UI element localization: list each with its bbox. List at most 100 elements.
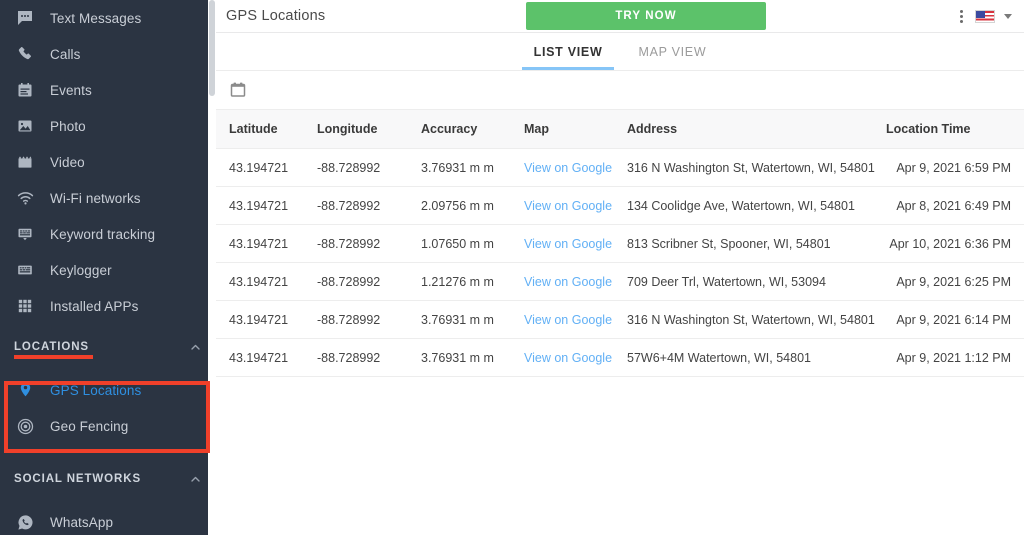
table-row[interactable]: 43.194721 -88.728992 1.21276 m m View on…: [216, 262, 1024, 301]
sidebar-item-calls[interactable]: Calls: [0, 36, 216, 72]
chevron-down-icon[interactable]: [1004, 13, 1012, 19]
page-title: GPS Locations: [226, 8, 326, 24]
cell-map: View on Google: [524, 224, 627, 263]
filter-toolbar: [216, 71, 1024, 109]
main-content: GPS Locations TRY NOW LIST VIEW MAP VIEW: [216, 0, 1024, 535]
sidebar-item-events[interactable]: Events: [0, 72, 216, 108]
cell-latitude: 43.194721: [216, 224, 317, 263]
top-bar: GPS Locations TRY NOW: [216, 0, 1024, 33]
cell-address: 813 Scribner St, Spooner, WI, 54801: [627, 224, 886, 263]
list-view-panel: Latitude Longitude Accuracy Map Address …: [216, 71, 1024, 535]
cell-address: 316 N Washington St, Watertown, WI, 5480…: [627, 300, 886, 339]
chat-icon: [12, 6, 38, 30]
cell-location-time: Apr 10, 2021 6:36 PM: [886, 224, 1024, 263]
cell-longitude: -88.728992: [317, 224, 421, 263]
sidebar-section-title: SOCIAL NETWORKS: [14, 473, 142, 485]
sidebar-item-label: WhatsApp: [50, 514, 114, 530]
sidebar-item-label: GPS Locations: [50, 382, 142, 398]
table-row[interactable]: 43.194721 -88.728992 3.76931 m m View on…: [216, 338, 1024, 377]
sidebar-item-wifi-networks[interactable]: Wi-Fi networks: [0, 180, 216, 216]
cell-map: View on Google: [524, 262, 627, 301]
view-on-google-link[interactable]: View on Google: [524, 275, 612, 289]
us-flag-icon[interactable]: [975, 9, 995, 23]
tab-list-view[interactable]: LIST VIEW: [516, 33, 621, 70]
cell-accuracy: 3.76931 m m: [421, 338, 524, 377]
cell-longitude: -88.728992: [317, 300, 421, 339]
sidebar-item-label: Keylogger: [50, 262, 112, 278]
view-tabs: LIST VIEW MAP VIEW: [216, 33, 1024, 71]
cell-accuracy: 3.76931 m m: [421, 148, 524, 187]
sidebar-item-label: Events: [50, 82, 92, 98]
cell-accuracy: 2.09756 m m: [421, 186, 524, 225]
cell-latitude: 43.194721: [216, 300, 317, 339]
sidebar-item-gps-locations[interactable]: GPS Locations: [0, 372, 216, 408]
try-now-button[interactable]: TRY NOW: [526, 2, 766, 30]
sidebar-item-video[interactable]: Video: [0, 144, 216, 180]
cell-accuracy: 1.21276 m m: [421, 262, 524, 301]
table-row[interactable]: 43.194721 -88.728992 2.09756 m m View on…: [216, 186, 1024, 225]
sidebar-item-photo[interactable]: Photo: [0, 108, 216, 144]
column-header-accuracy[interactable]: Accuracy: [421, 109, 524, 149]
grid-apps-icon: [12, 294, 38, 318]
view-on-google-link[interactable]: View on Google: [524, 237, 612, 251]
cell-location-time: Apr 9, 2021 6:59 PM: [886, 148, 1024, 187]
view-on-google-link[interactable]: View on Google: [524, 313, 612, 327]
calendar-events-icon: [12, 78, 38, 102]
sidebar-section-locations[interactable]: LOCATIONS: [0, 330, 216, 364]
keyword-icon: [12, 222, 38, 246]
cell-address: 57W6+4M Watertown, WI, 54801: [627, 338, 886, 377]
sidebar-item-whatsapp[interactable]: WhatsApp: [0, 504, 216, 535]
more-vertical-icon[interactable]: [957, 7, 966, 26]
sidebar-item-label: Keyword tracking: [50, 226, 156, 242]
column-header-longitude[interactable]: Longitude: [317, 109, 421, 149]
cell-accuracy: 3.76931 m m: [421, 300, 524, 339]
sidebar-item-installed-apps[interactable]: Installed APPs: [0, 288, 216, 324]
top-bar-actions: [957, 7, 1024, 26]
sidebar-item-label: Video: [50, 154, 85, 170]
view-on-google-link[interactable]: View on Google: [524, 351, 612, 365]
sidebar-scrollbar-thumb[interactable]: [209, 0, 215, 96]
sidebar-section-social-networks[interactable]: SOCIAL NETWORKS: [0, 462, 216, 496]
sidebar-scroll-area: Text Messages Calls Events Photo Video W…: [0, 0, 216, 535]
column-header-latitude[interactable]: Latitude: [216, 109, 317, 149]
column-header-map[interactable]: Map: [524, 109, 627, 149]
chevron-up-icon: [189, 341, 202, 354]
view-on-google-link[interactable]: View on Google: [524, 161, 612, 175]
table-header-row: Latitude Longitude Accuracy Map Address …: [216, 109, 1024, 149]
table-row[interactable]: 43.194721 -88.728992 3.76931 m m View on…: [216, 300, 1024, 339]
sidebar-item-keylogger[interactable]: Keylogger: [0, 252, 216, 288]
view-on-google-link[interactable]: View on Google: [524, 199, 612, 213]
cell-location-time: Apr 8, 2021 6:49 PM: [886, 186, 1024, 225]
cell-map: View on Google: [524, 148, 627, 187]
sidebar-section-title: LOCATIONS: [14, 341, 93, 359]
cell-accuracy: 1.07650 m m: [421, 224, 524, 263]
sidebar-scrollbar[interactable]: [208, 0, 216, 535]
sidebar-item-geo-fencing[interactable]: Geo Fencing: [0, 408, 216, 444]
cell-map: View on Google: [524, 186, 627, 225]
sidebar-item-text-messages[interactable]: Text Messages: [0, 0, 216, 36]
sidebar-item-label: Installed APPs: [50, 298, 139, 314]
cell-address: 709 Deer Trl, Watertown, WI, 53094: [627, 262, 886, 301]
sidebar-item-label: Geo Fencing: [50, 418, 129, 434]
sidebar: Text Messages Calls Events Photo Video W…: [0, 0, 216, 535]
sidebar-item-label: Photo: [50, 118, 86, 134]
sidebar-item-keyword-tracking[interactable]: Keyword tracking: [0, 216, 216, 252]
column-header-location-time[interactable]: Location Time: [886, 109, 1024, 149]
table-row[interactable]: 43.194721 -88.728992 3.76931 m m View on…: [216, 148, 1024, 187]
column-header-address[interactable]: Address: [627, 109, 886, 149]
phone-icon: [12, 42, 38, 66]
cell-address: 316 N Washington St, Watertown, WI, 5480…: [627, 148, 886, 187]
chevron-up-icon: [189, 473, 202, 486]
cell-map: View on Google: [524, 300, 627, 339]
app-root: Text Messages Calls Events Photo Video W…: [0, 0, 1024, 535]
table-row[interactable]: 43.194721 -88.728992 1.07650 m m View on…: [216, 224, 1024, 263]
keyboard-icon: [12, 258, 38, 282]
cell-map: View on Google: [524, 338, 627, 377]
sidebar-item-label: Calls: [50, 46, 81, 62]
tab-map-view[interactable]: MAP VIEW: [620, 33, 724, 70]
cell-latitude: 43.194721: [216, 186, 317, 225]
calendar-icon[interactable]: [229, 81, 247, 99]
cell-longitude: -88.728992: [317, 148, 421, 187]
cell-longitude: -88.728992: [317, 338, 421, 377]
locations-table: Latitude Longitude Accuracy Map Address …: [216, 109, 1024, 377]
